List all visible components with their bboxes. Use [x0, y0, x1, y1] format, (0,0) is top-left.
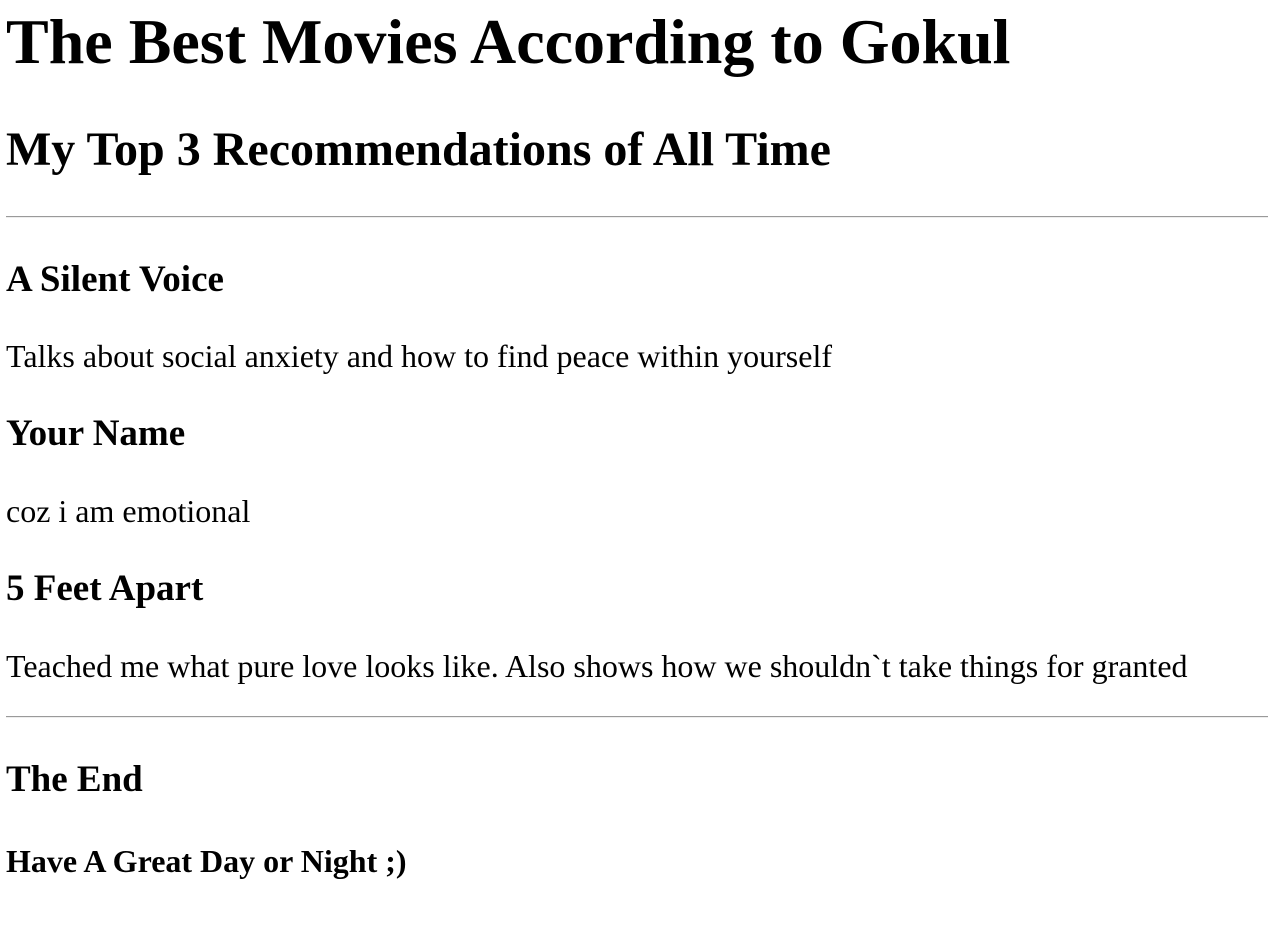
movie-title: A Silent Voice: [6, 259, 224, 300]
page-title: The Best Movies According to Gokul: [6, 6, 1011, 77]
movie-title: Your Name: [6, 413, 186, 454]
page-subtitle: My Top 3 Recommendations of All Time: [6, 123, 831, 176]
movie-reason: Talks about social anxiety and how to fi…: [6, 338, 832, 374]
footer-message: Have A Great Day or Night ;): [6, 843, 407, 879]
footer-heading: The End: [6, 759, 143, 800]
movie-reason: coz i am emotional: [6, 493, 251, 529]
divider: [6, 716, 1268, 718]
movie-title: 5 Feet Apart: [6, 568, 204, 609]
movie-reason: Teached me what pure love looks like. Al…: [6, 648, 1188, 684]
divider: [6, 216, 1268, 218]
